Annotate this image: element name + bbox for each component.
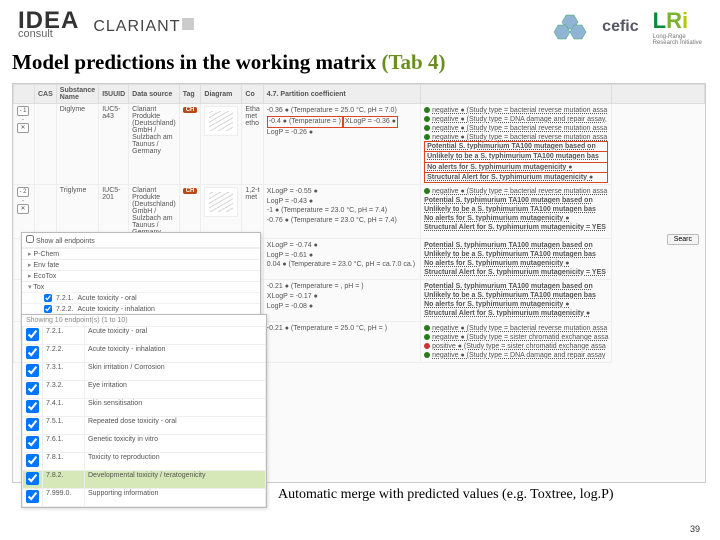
partition-value[interactable]: -0.36 ● (Temperature = 25.0 °C, pH = 7.0… (267, 106, 417, 116)
partition-value[interactable]: XLogP = -0.74 ● (267, 241, 417, 251)
endpoint-count-label: Showing 10 endpoint(s) (1 to 10) (22, 315, 266, 326)
structure-diagram[interactable] (204, 106, 238, 136)
mutagenicity-result[interactable]: No alerts for S. typhimurium mutagenicit… (424, 301, 569, 308)
mutagenicity-result[interactable]: Unlikely to be a S. typhimurium TA100 mu… (424, 206, 596, 213)
column-header[interactable]: Co (242, 85, 263, 104)
page-number: 39 (690, 524, 700, 534)
idea-logo: IDEA consult (18, 14, 79, 40)
mutagenicity-result[interactable]: Structural Alert for S. typhimurium muta… (424, 224, 606, 231)
endpoint-list-item[interactable]: 7.8.1.Toxicity to reproduction (23, 453, 266, 471)
partition-value[interactable]: -0.76 ● (Temperature = 23.0 °C, pH = 7.4… (267, 216, 417, 226)
partition-value[interactable]: XLogP = -0.17 ● (267, 292, 417, 302)
molecule-icon (552, 9, 588, 45)
mutagenicity-result[interactable]: Potential S. typhimurium TA100 mutagen b… (424, 242, 593, 249)
column-header[interactable]: Data source (129, 85, 180, 104)
mutagenicity-result[interactable]: negative ● (Study type = DNA damage and … (432, 352, 605, 359)
partition-value[interactable]: LogP = -0.43 ● (267, 197, 417, 207)
endpoint-list-item[interactable]: 7.4.1.Skin sensitisation (23, 399, 266, 417)
endpoint-list-item[interactable]: 7.2.2.Acute toxicity - inhalation (23, 345, 266, 363)
mutagenicity-result[interactable]: negative ● (Study type = bacterial rever… (432, 134, 607, 141)
tag-badge[interactable]: CH (183, 107, 198, 113)
endpoint-list-panel[interactable]: Showing 10 endpoint(s) (1 to 10) 7.2.1.A… (21, 314, 267, 508)
mutagenicity-result[interactable]: Structural Alert for S. typhimurium muta… (427, 174, 593, 181)
category-item[interactable]: P-Chem (22, 248, 260, 259)
category-item[interactable]: Env fate (22, 259, 260, 270)
endpoint-list-item[interactable]: 7.2.1.Acute toxicity - oral (23, 327, 266, 345)
search-button[interactable]: Searc (667, 234, 699, 245)
logo-bar: IDEA consult CLARIANT cefic LRi Long-Ran… (0, 0, 720, 50)
mutagenicity-result[interactable]: negative ● (Study type = DNA damage and … (432, 116, 607, 123)
clariant-logo: CLARIANT (93, 18, 194, 36)
mutagenicity-result[interactable]: Potential S. typhimurium TA100 mutagen b… (424, 283, 593, 290)
mutagenicity-result[interactable]: negative ● (Study type = bacterial rever… (432, 188, 607, 195)
column-header[interactable] (14, 85, 35, 104)
endpoint-list-item[interactable]: 7.6.1.Genetic toxicity in vitro (23, 435, 266, 453)
collapse-button[interactable]: - 1 - (17, 106, 29, 116)
structure-diagram[interactable] (204, 187, 238, 217)
mutagenicity-result[interactable]: No alerts for S. typhimurium mutagenicit… (427, 164, 572, 171)
partition-value[interactable]: -0.21 ● (Temperature = , pH = ) (267, 282, 417, 292)
endpoint-checkbox-item[interactable]: 7.2.2. Acute toxicity - inhalation (22, 303, 260, 314)
working-matrix-table: CASSubstance NameI5UUIDData sourceTagDia… (12, 83, 706, 483)
partition-value[interactable]: XLogP = -0.55 ● (267, 187, 417, 197)
partition-value[interactable]: LogP = -0.08 ● (267, 302, 417, 312)
cefic-logo: cefic (602, 18, 638, 36)
mutagenicity-result[interactable]: Unlikely to be a S. typhimurium TA100 mu… (424, 292, 596, 299)
mutagenicity-result[interactable]: No alerts for S. typhimurium mutagenicit… (424, 260, 569, 267)
mutagenicity-result[interactable]: negative ● (Study type = sister chromati… (432, 334, 608, 341)
partition-value[interactable]: -1 ● (Temperature = 23.0 °C, pH = 7.4) (267, 206, 417, 216)
mutagenicity-result[interactable]: Unlikely to be a S. typhimurium TA100 mu… (424, 251, 596, 258)
mutagenicity-result[interactable]: Potential S. typhimurium TA100 mutagen b… (427, 143, 596, 150)
table-row: - 1 -✕DiglymeIUC5-a43Clariant Produkte (… (14, 104, 705, 185)
mutagenicity-result[interactable]: Potential S. typhimurium TA100 mutagen b… (424, 197, 593, 204)
show-all-endpoints-checkbox[interactable]: Show all endpoints (26, 238, 95, 245)
endpoint-list-item[interactable]: 7.3.1.Skin irritation / Corrosion (23, 363, 266, 381)
collapse-button[interactable]: - 2 - (17, 187, 29, 197)
endpoint-list-item[interactable]: 7.8.2.Developmental toxicity / teratogen… (23, 471, 266, 489)
partition-value[interactable]: -0.21 ● (Temperature = 25.0 °C, pH = ) (267, 324, 417, 334)
mutagenicity-result[interactable]: Structural Alert for S. typhimurium muta… (424, 310, 590, 317)
category-item[interactable]: Tox (22, 281, 260, 292)
mutagenicity-result[interactable]: negative ● (Study type = bacterial rever… (432, 325, 607, 332)
partition-value[interactable]: LogP = -0.26 ● (267, 128, 417, 138)
partition-value[interactable]: -0.4 ● (Temperature = ) (269, 117, 341, 127)
partition-value[interactable]: 0.04 ● (Temperature = 23.0 °C, pH = ca.7… (267, 260, 417, 270)
column-header[interactable]: I5UUID (99, 85, 129, 104)
column-header[interactable]: CAS (35, 85, 57, 104)
caption-text: Automatic merge with predicted values (e… (278, 486, 658, 504)
row-action-button[interactable]: ✕ (17, 204, 29, 214)
mutagenicity-result[interactable]: positive ● (Study type = sister chromati… (432, 343, 606, 350)
endpoint-list-item[interactable]: 7.999.0.Supporting information (23, 489, 266, 507)
mutagenicity-result[interactable]: Unlikely to be a S. typhimurium TA100 mu… (427, 153, 599, 160)
mutagenicity-result[interactable]: negative ● (Study type = bacterial rever… (432, 107, 607, 114)
column-header[interactable]: Tag (179, 85, 201, 104)
mutagenicity-result[interactable]: Structural Alert for S. typhimurium muta… (424, 269, 606, 276)
partition-value[interactable]: LogP = -0.61 ● (267, 251, 417, 261)
column-header[interactable]: Diagram (201, 85, 242, 104)
endpoint-list-item[interactable]: 7.5.1.Repeated dose toxicity - oral (23, 417, 266, 435)
endpoint-checkbox-item[interactable]: 7.2.1. Acute toxicity - oral (22, 292, 260, 303)
column-header[interactable] (421, 85, 612, 104)
endpoint-list-item[interactable]: 7.3.2.Eye irritation (23, 381, 266, 399)
row-action-button[interactable]: ✕ (17, 123, 29, 133)
column-header[interactable]: Substance Name (56, 85, 98, 104)
category-item[interactable]: EcoTox (22, 270, 260, 281)
column-header[interactable]: 4.7. Partition coefficient (263, 85, 420, 104)
lri-logo: LRi Long-Range Research Initiative (653, 8, 702, 46)
mutagenicity-result[interactable]: No alerts for S. typhimurium mutagenicit… (424, 215, 569, 222)
partition-value[interactable]: XLogP = -0.36 ● (345, 117, 396, 127)
page-title: Model predictions in the working matrix … (0, 50, 720, 83)
tag-badge[interactable]: CH (183, 188, 198, 194)
table-row: - 2 -✕TriglymeIUC5-201Clariant Produkte … (14, 184, 705, 238)
mutagenicity-result[interactable]: negative ● (Study type = bacterial rever… (432, 125, 607, 132)
